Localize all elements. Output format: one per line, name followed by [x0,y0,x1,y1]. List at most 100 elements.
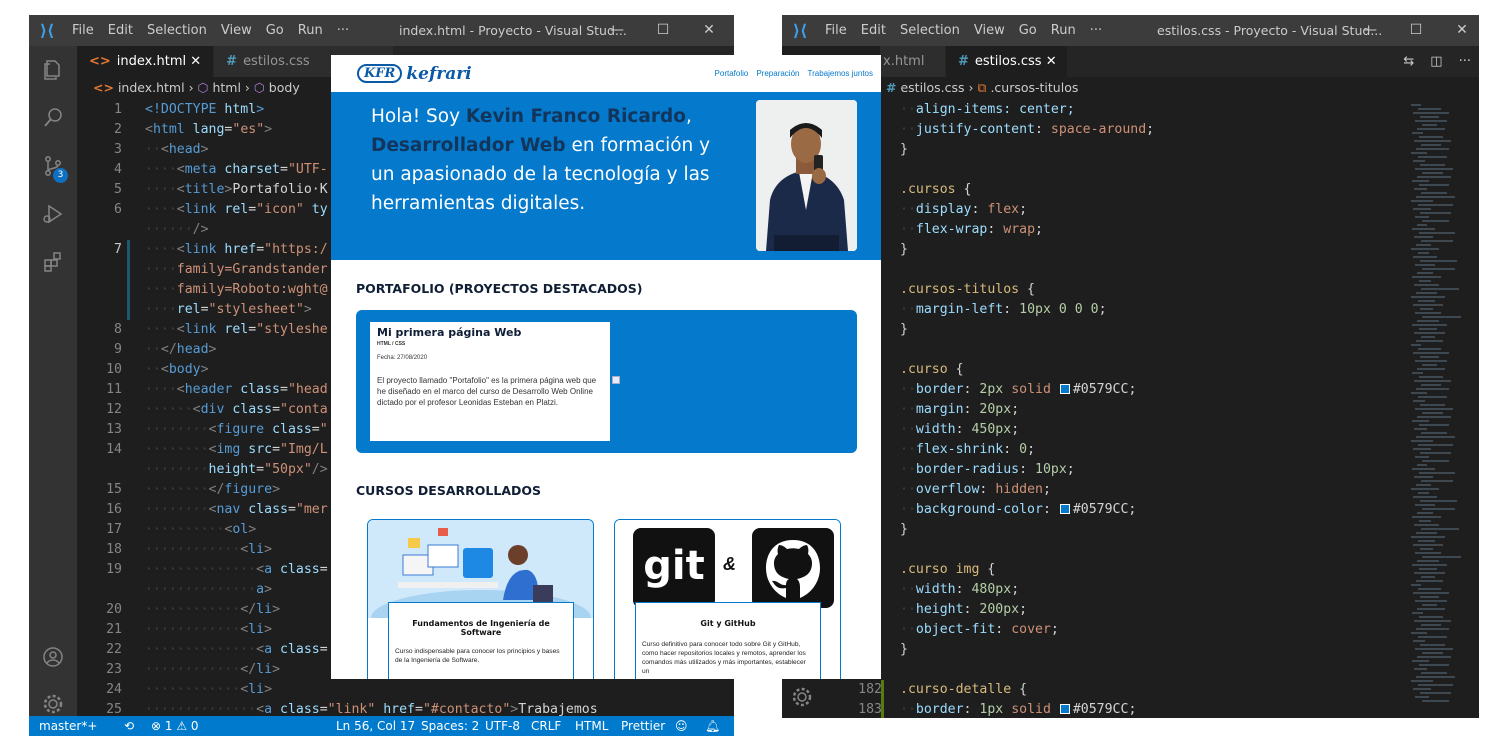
compare-icon[interactable]: ⇆ [1395,46,1423,77]
minimap-line [1414,284,1439,286]
minimap-line [1412,276,1441,278]
menu-item[interactable]: Run [1044,23,1083,38]
breadcrumb-item[interactable]: body [269,80,300,95]
account-icon[interactable] [29,633,77,681]
minimap-line [1417,368,1445,370]
source-control-icon[interactable]: 3 [29,142,77,190]
minimap-line [1415,504,1435,506]
menu-item[interactable]: Edit [101,23,140,38]
menu-item[interactable]: ··· [330,23,356,38]
feedback-icon[interactable]: ☺ [675,716,688,736]
menu-item[interactable]: Go [1012,23,1044,38]
minimap-line [1421,192,1447,194]
minimap-line [1414,236,1433,238]
minimap-line [1418,444,1453,446]
menu-item[interactable]: Selection [140,23,214,38]
menu-item[interactable]: Selection [893,23,967,38]
breadcrumb-item[interactable]: .cursos-titulos [990,80,1078,95]
vscode-window-estilos: ⟩⟨ File Edit Selection View Go Run ··· estilos… [782,15,1479,718]
minimap-line [1414,380,1451,382]
color-swatch-icon[interactable] [1059,704,1070,714]
nav-link-preparacion[interactable]: Preparación [756,69,799,78]
color-swatch-icon[interactable] [1059,504,1070,514]
course-card-git[interactable]: git & Git y GitHub Curso definitivo para… [614,519,841,679]
breadcrumb-item[interactable]: estilos.css [900,80,964,95]
project-card[interactable]: Mi primera página Web HTML / CSS Fecha: … [370,322,610,441]
encoding-status[interactable]: UTF-8 [485,716,520,736]
course-description: Curso definitivo para conocer todo sobre… [642,641,806,675]
search-icon[interactable] [29,94,77,142]
minimap-line [1413,640,1425,642]
eol-status[interactable]: CRLF [531,716,561,736]
menu-item[interactable]: File [818,23,854,38]
breadcrumb: # estilos.css › ⧉ .cursos-titulos [886,80,1079,95]
menu-item[interactable]: View [967,23,1012,38]
code-text: .curso { [900,362,964,377]
site-logo[interactable]: KFR kefrari [357,64,472,84]
code-text: ········<figure class=" [145,422,328,437]
minimap[interactable] [1407,100,1477,718]
code-line: } [834,520,1404,540]
breadcrumb-item[interactable]: html [212,80,240,95]
code-text: ··border: 1px solid #0579CC; [900,702,1137,717]
minimap-line [1422,700,1449,702]
tab-close-icon[interactable]: ✕ [190,54,201,69]
color-swatch-icon[interactable] [1059,384,1070,394]
split-editor-icon[interactable]: ◫ [1422,46,1451,77]
branch-status[interactable]: master*+ [39,716,97,736]
nav-link-trabajemos[interactable]: Trabajemos juntos [807,69,873,78]
code-text: ····family=Grandstander [145,262,328,277]
extensions-icon[interactable] [29,238,77,286]
minimap-line [1422,220,1449,222]
tab-index-html[interactable]: <> index.html ✕ [77,46,215,77]
course-title: Git y GitHub [700,619,756,628]
code-line: ··border-radius: 10px; [834,460,1404,480]
site-nav: Portafolio Preparación Trabajemos juntos [715,69,873,78]
minimap-line [1416,532,1437,534]
broken-image-icon [612,376,620,384]
minimize-button[interactable]: — [594,15,640,46]
minimap-line [1412,420,1429,422]
code-editor[interactable]: ··align-items: center; ··justify-content:… [834,100,1404,718]
minimap-line [1415,168,1453,170]
menu-item[interactable]: File [65,23,101,38]
menu-item[interactable]: ··· [1083,23,1109,38]
window-title: index.html - Proyecto - Visual Stud... [399,23,627,38]
close-window-button[interactable]: ✕ [686,15,732,46]
indent-status[interactable]: Spaces: 2 [421,716,479,736]
tab-close-icon[interactable]: ✕ [1046,54,1057,69]
more-actions-icon[interactable]: ··· [1450,46,1479,77]
language-status[interactable]: HTML [575,716,608,736]
nav-link-portafolio[interactable]: Portafolio [715,69,749,78]
prettier-status[interactable]: Prettier [621,716,665,736]
maximize-button[interactable]: ☐ [640,15,686,46]
minimize-button[interactable]: — [1347,15,1393,46]
breadcrumb-item[interactable]: index.html [118,80,185,95]
code-text: ····<title>Portafolio·K [145,182,328,197]
menu-item[interactable]: Edit [854,23,893,38]
line-number: 5 [114,182,122,197]
minimap-line [1413,256,1437,258]
sync-icon[interactable]: ⟲ [124,716,134,736]
menu-item[interactable]: Go [259,23,291,38]
run-debug-icon[interactable] [29,190,77,238]
menu-item[interactable]: View [214,23,259,38]
bell-icon[interactable]: 🔔︎ [705,716,720,736]
line-number: 14 [106,442,122,457]
tab-index-html[interactable]: x.html [880,46,946,77]
menu-item[interactable]: Run [291,23,330,38]
course-card-software[interactable]: Fundamentos de Ingeniería de Software Cu… [367,519,594,679]
minimap-line [1413,496,1437,498]
minimap-line [1413,592,1449,594]
maximize-button[interactable]: ☐ [1393,15,1439,46]
cursor-position[interactable]: Ln 56, Col 17 [336,716,415,736]
code-line: ··justify-content: space-around; [834,120,1404,140]
close-window-button[interactable]: ✕ [1439,15,1479,46]
explorer-icon[interactable] [29,46,77,94]
minimap-line [1416,244,1431,246]
problems-status[interactable]: ⊗ 1 ⚠ 0 [151,716,199,736]
settings-gear-icon[interactable] [782,675,822,718]
minimap-line [1421,432,1447,434]
minimap-line [1418,108,1441,110]
tab-estilos-css[interactable]: # estilos.css ✕ [946,46,1068,77]
